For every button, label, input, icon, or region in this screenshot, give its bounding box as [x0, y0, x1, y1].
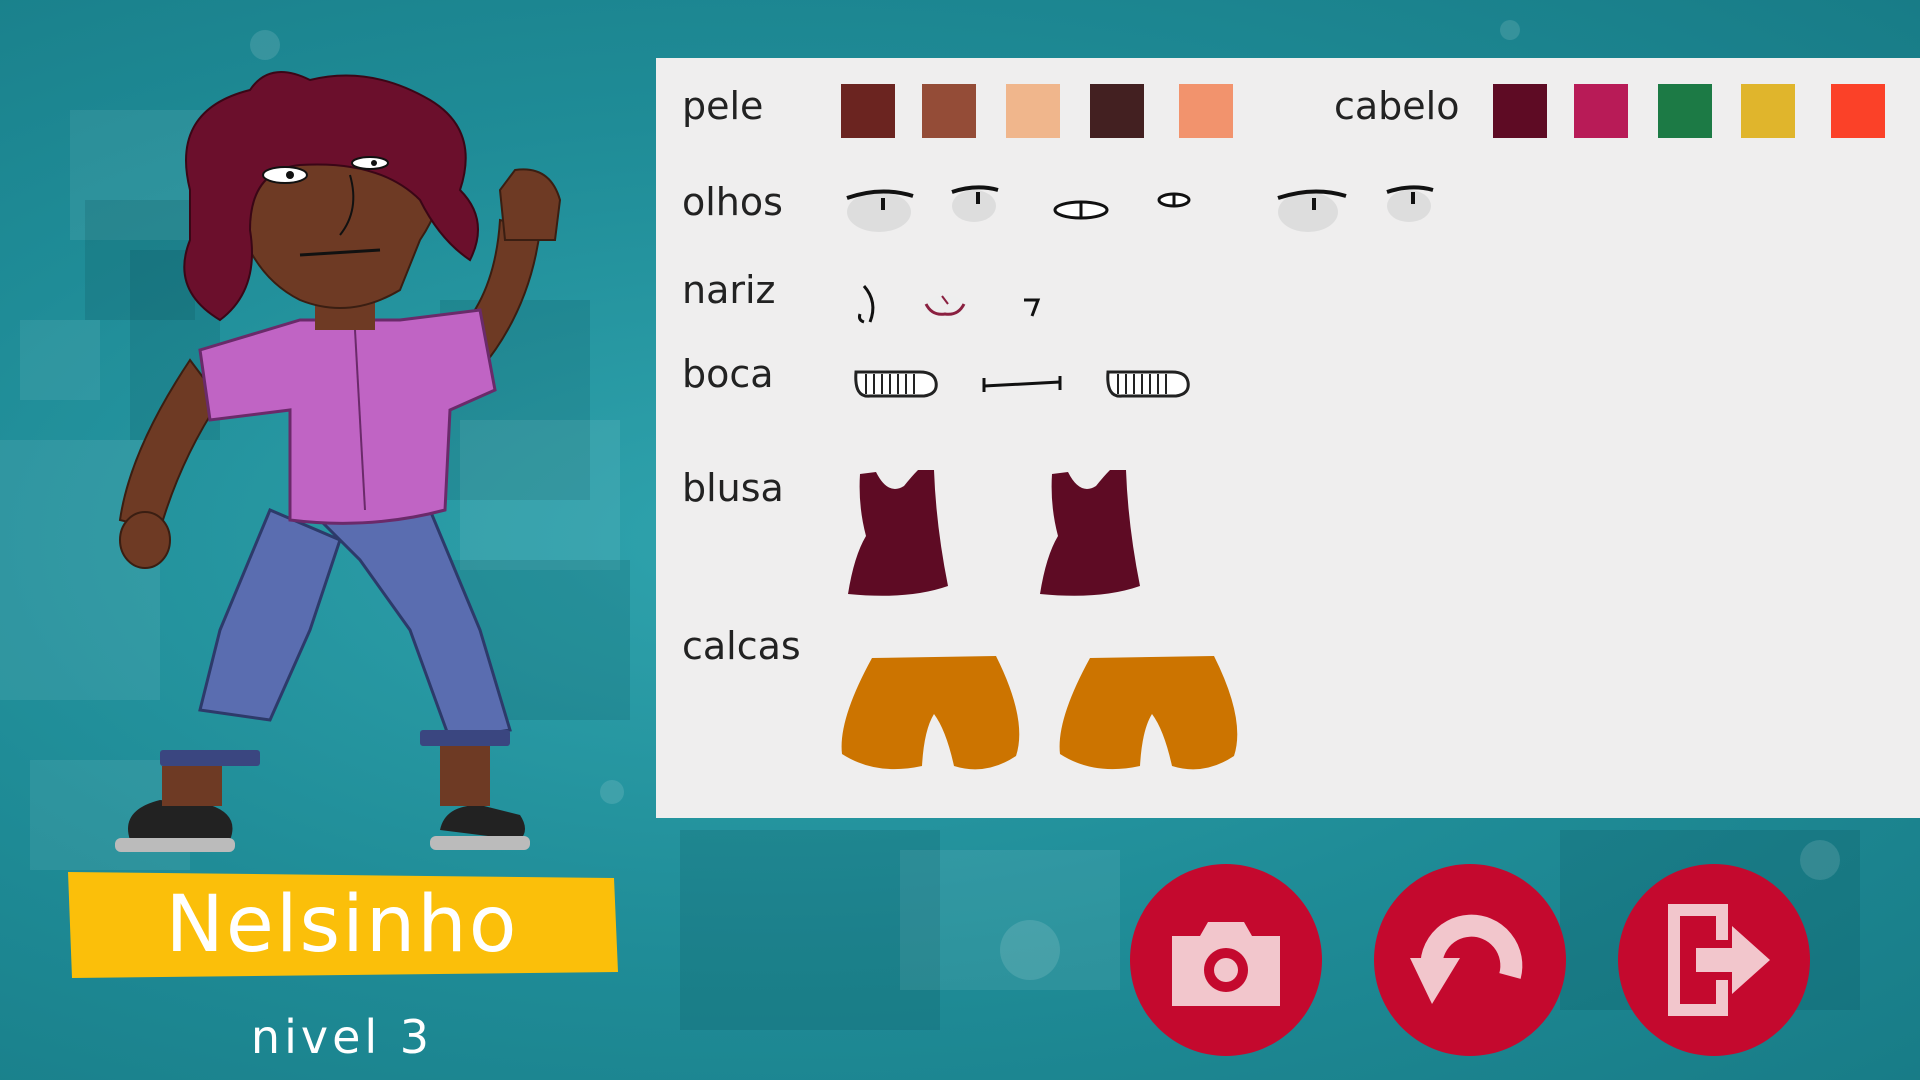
name-banner: Nelsinho: [62, 862, 622, 986]
skin-swatch-5[interactable]: [1179, 84, 1233, 138]
eyes-option-1[interactable]: [841, 182, 921, 238]
skin-swatch-1[interactable]: [841, 84, 895, 138]
hair-swatch-1[interactable]: [1493, 84, 1547, 138]
shirt-label: blusa: [682, 466, 784, 510]
hair-swatch-2[interactable]: [1574, 84, 1628, 138]
reset-button[interactable]: [1374, 864, 1566, 1056]
eyes-option-5[interactable]: [1274, 182, 1354, 238]
skin-swatch-3[interactable]: [1006, 84, 1060, 138]
skin-swatch-4[interactable]: [1090, 84, 1144, 138]
eyes-label: olhos: [682, 180, 783, 224]
nose-option-2[interactable]: [918, 288, 972, 324]
eyes-option-6[interactable]: [1381, 182, 1441, 232]
mouth-label: boca: [682, 352, 774, 396]
skin-label: pele: [682, 84, 764, 128]
hair-swatch-4[interactable]: [1741, 84, 1795, 138]
hair-swatch-5[interactable]: [1831, 84, 1885, 138]
exit-icon: [1668, 904, 1770, 1016]
player-name: Nelsinho: [165, 880, 519, 970]
hair-label: cabelo: [1334, 84, 1460, 128]
hair-swatch-3[interactable]: [1658, 84, 1712, 138]
mouth-option-1[interactable]: [850, 364, 940, 402]
eyes-option-2[interactable]: [946, 182, 1006, 232]
rotate-icon: [1410, 914, 1523, 1004]
eyes-option-4[interactable]: [1154, 188, 1194, 212]
nose-option-1[interactable]: [854, 280, 884, 328]
character-avatar: [115, 71, 562, 852]
customization-panel: pele cabelo olhos nariz boca blusa calca…: [656, 58, 1920, 818]
mouth-option-3[interactable]: [1102, 364, 1192, 402]
eyes-option-3[interactable]: [1051, 196, 1111, 224]
skin-swatch-2[interactable]: [922, 84, 976, 138]
mouth-option-2[interactable]: [978, 372, 1066, 396]
pants-option-1[interactable]: [836, 650, 1026, 776]
pants-label: calcas: [682, 624, 801, 668]
nose-label: nariz: [682, 268, 776, 312]
camera-icon: [1172, 922, 1280, 1006]
player-level: nivel 3: [250, 1010, 434, 1064]
shirt-option-1[interactable]: [838, 466, 958, 606]
camera-button[interactable]: [1130, 864, 1322, 1056]
nose-option-3[interactable]: [1020, 294, 1044, 322]
pants-option-2[interactable]: [1054, 650, 1244, 776]
exit-button[interactable]: [1618, 864, 1810, 1056]
shirt-option-2[interactable]: [1030, 466, 1150, 606]
